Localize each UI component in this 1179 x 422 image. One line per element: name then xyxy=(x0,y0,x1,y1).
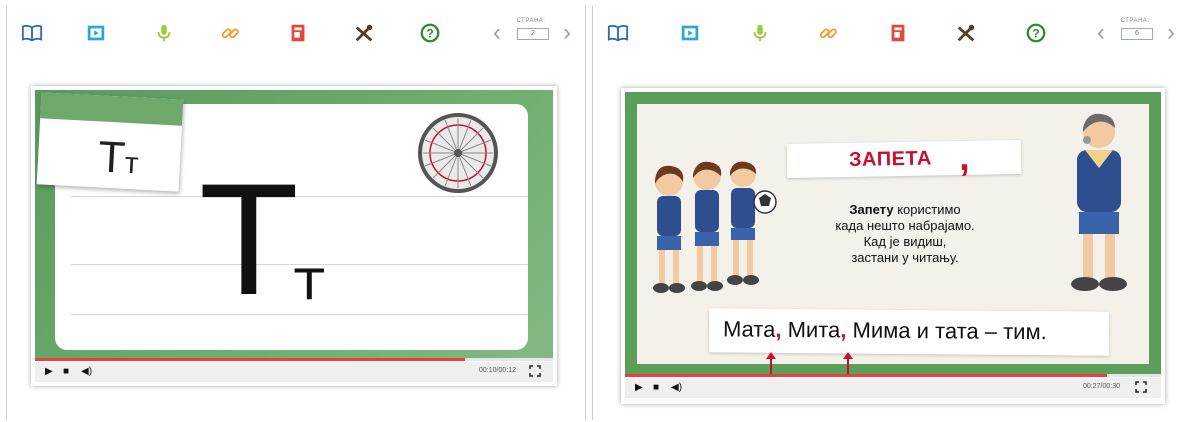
rule-text: Запету користимо када нешто набрајамо. К… xyxy=(835,202,975,265)
book-icon[interactable] xyxy=(605,20,631,46)
lesson-title: ЗАПЕТА xyxy=(848,147,933,171)
volume-icon[interactable]: ◀) xyxy=(671,382,682,394)
lesson-board: ЗАПЕТА , Запету користимо када нешто наб… xyxy=(637,104,1149,374)
example-sentence: Мата, Мита, Мима и тата – тим. xyxy=(708,308,1110,356)
video-icon[interactable] xyxy=(83,20,109,46)
card-lower-letter: т xyxy=(123,146,140,181)
video-frame[interactable]: Тт Т т xyxy=(35,90,553,358)
prev-page-icon[interactable]: ‹ xyxy=(1097,21,1111,46)
play-icon[interactable]: ▶ xyxy=(635,382,643,394)
video-frame[interactable]: ЗАПЕТА , Запету користимо када нешто наб… xyxy=(625,92,1161,374)
left-panel: ? ‹ СТРАНА: 2 › Тт Т т ▶ ■ ◀) 00:10/00:1… xyxy=(6,6,586,420)
fullscreen-icon[interactable] xyxy=(1135,381,1147,393)
comma-arrow-icon xyxy=(766,352,776,374)
letter-card: Тт xyxy=(36,92,184,192)
page-label: СТРАНА: xyxy=(1120,18,1150,24)
video-icon[interactable] xyxy=(677,20,703,46)
tools-icon[interactable] xyxy=(351,20,377,46)
document-icon[interactable] xyxy=(885,20,911,46)
player-controls: ▶ ■ ◀) 00:27/00:30 xyxy=(625,378,1161,398)
comma-arrow-icon xyxy=(843,352,853,374)
help-icon[interactable]: ? xyxy=(1023,20,1049,46)
progress-fill xyxy=(625,374,1108,377)
stop-icon[interactable]: ■ xyxy=(63,366,69,378)
play-icon[interactable]: ▶ xyxy=(45,366,53,378)
next-page-icon[interactable]: › xyxy=(1167,21,1179,46)
progress-bar[interactable] xyxy=(35,358,553,361)
book-icon[interactable] xyxy=(19,20,45,46)
page-navigator: ‹ СТРАНА: 2 › xyxy=(493,18,583,50)
svg-text:?: ? xyxy=(1032,27,1039,41)
fullscreen-icon[interactable] xyxy=(529,365,541,377)
page-navigator: ‹ СТРАНА: 6 › xyxy=(1097,18,1179,50)
toolbar: ? ‹ СТРАНА: 2 › xyxy=(7,14,585,54)
title-strip: ЗАПЕТА , xyxy=(786,136,1022,180)
wheel-icon xyxy=(418,113,498,193)
video-player: Тт Т т ▶ ■ ◀) 00:10/00:12 xyxy=(31,86,557,386)
time-display: 00:27/00:30 xyxy=(1083,383,1120,390)
time-display: 00:10/00:12 xyxy=(479,367,516,374)
big-lowercase-letter: т xyxy=(293,248,326,313)
toolbar: ? ‹ СТРАНА: 6 › xyxy=(593,14,1179,54)
right-panel: ? ‹ СТРАНА: 6 › ЗАПЕТА , Запету користим… xyxy=(592,6,1179,420)
video-player: ЗАПЕТА , Запету користимо када нешто наб… xyxy=(621,88,1165,404)
card-upper-letter: Т xyxy=(96,132,127,183)
progress-fill xyxy=(35,358,465,361)
progress-bar[interactable] xyxy=(625,374,1161,377)
prev-page-icon[interactable]: ‹ xyxy=(493,21,507,46)
stop-icon[interactable]: ■ xyxy=(653,382,659,394)
page-label: СТРАНА: xyxy=(516,18,546,24)
page-number-field[interactable]: 6 xyxy=(1121,28,1153,40)
big-uppercase-letter: Т xyxy=(203,156,295,330)
microphone-icon[interactable] xyxy=(151,20,177,46)
tools-icon[interactable] xyxy=(953,20,979,46)
player-controls: ▶ ■ ◀) 00:10/00:12 xyxy=(35,362,553,382)
title-comma: , xyxy=(958,136,970,180)
children-illustration xyxy=(653,161,777,293)
page-number-field[interactable]: 2 xyxy=(517,28,549,40)
coach-illustration xyxy=(1071,113,1127,291)
volume-icon[interactable]: ◀) xyxy=(81,366,92,378)
document-icon[interactable] xyxy=(285,20,311,46)
link-icon[interactable] xyxy=(815,20,841,46)
microphone-icon[interactable] xyxy=(747,20,773,46)
link-icon[interactable] xyxy=(217,20,243,46)
svg-text:?: ? xyxy=(426,27,433,41)
next-page-icon[interactable]: › xyxy=(563,21,577,46)
help-icon[interactable]: ? xyxy=(417,20,443,46)
